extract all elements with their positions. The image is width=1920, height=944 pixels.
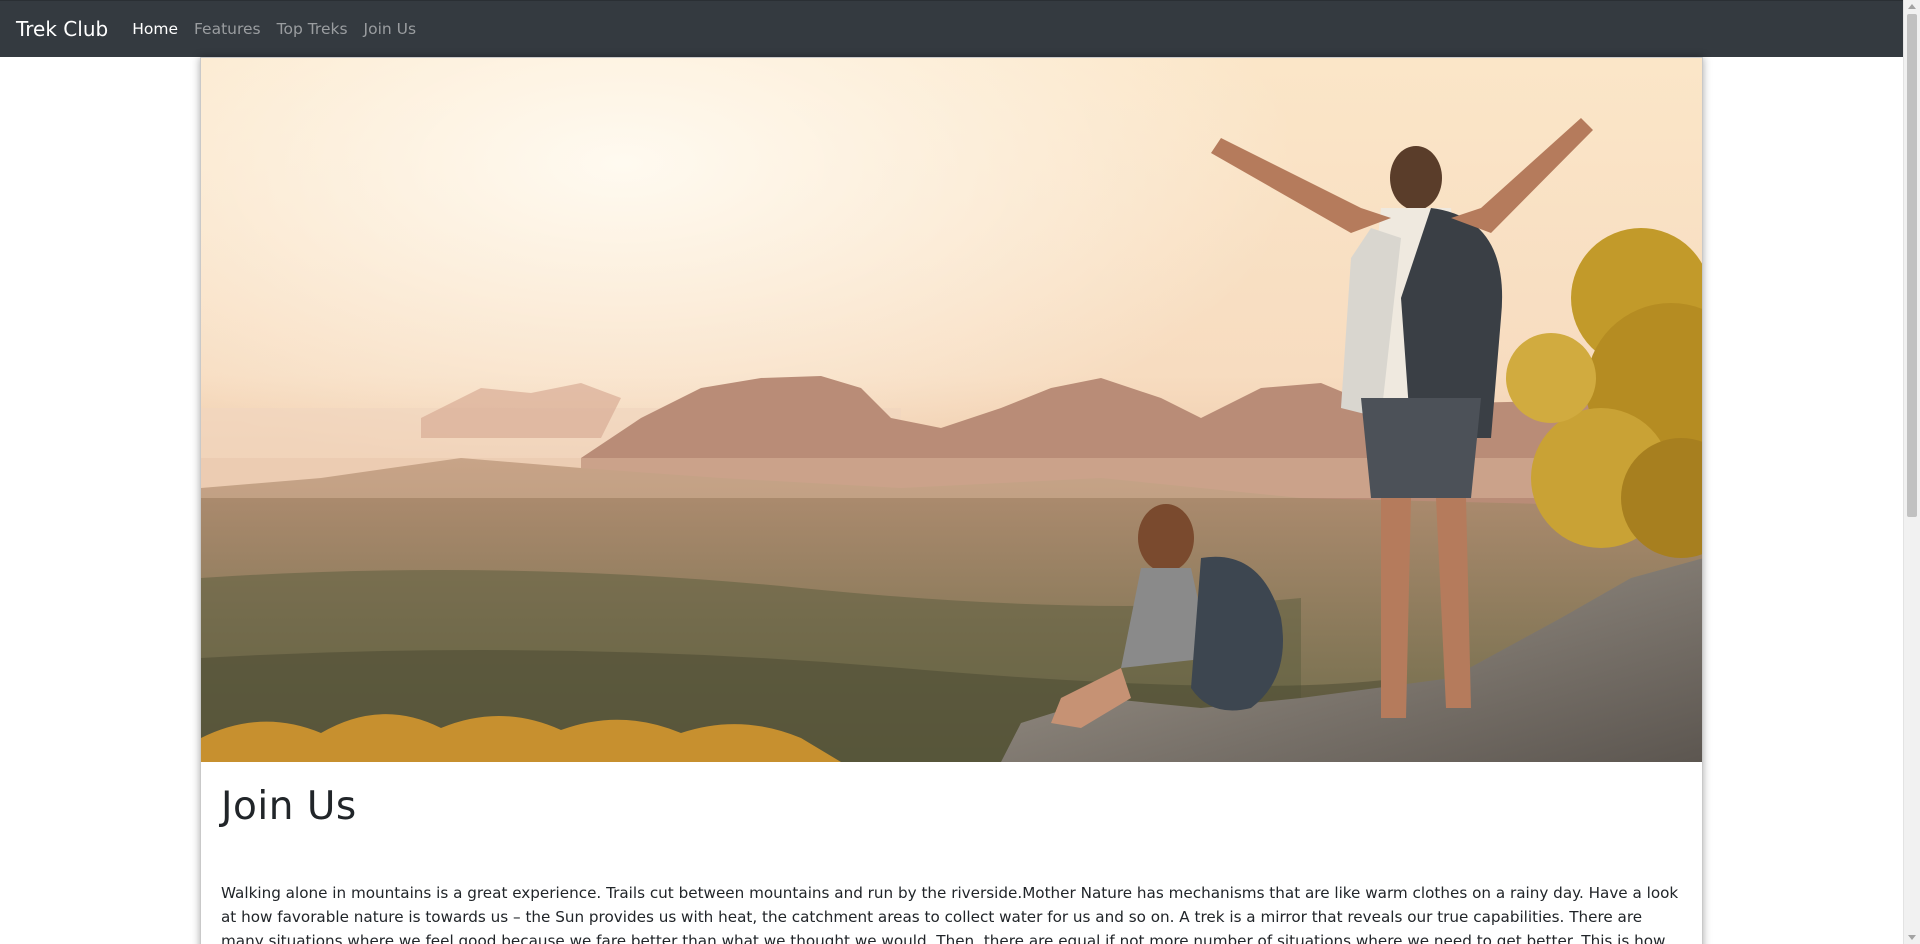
- nav-links: Home Features Top Treks Join Us: [132, 20, 432, 38]
- page: Trek Club Home Features Top Treks Join U…: [0, 0, 1920, 944]
- scroll-down-arrow-icon[interactable]: [1908, 935, 1916, 940]
- brand-link[interactable]: Trek Club: [16, 17, 108, 41]
- join-us-card: Join Us Walking alone in mountains is a …: [200, 57, 1703, 944]
- hero-image: [201, 58, 1702, 762]
- top-navbar: Trek Club Home Features Top Treks Join U…: [0, 0, 1903, 57]
- scrollbar-thumb[interactable]: [1907, 14, 1917, 517]
- card-title: Join Us: [221, 784, 357, 829]
- nav-link-home[interactable]: Home: [132, 20, 178, 38]
- vertical-scrollbar[interactable]: [1903, 0, 1920, 944]
- nav-link-join-us[interactable]: Join Us: [364, 20, 417, 38]
- card-text: Walking alone in mountains is a great ex…: [221, 883, 1679, 944]
- card-body: Join Us Walking alone in mountains is a …: [201, 784, 1702, 944]
- scroll-up-arrow-icon[interactable]: [1908, 4, 1916, 9]
- nav-link-features[interactable]: Features: [194, 20, 261, 38]
- nav-link-top-treks[interactable]: Top Treks: [277, 20, 348, 38]
